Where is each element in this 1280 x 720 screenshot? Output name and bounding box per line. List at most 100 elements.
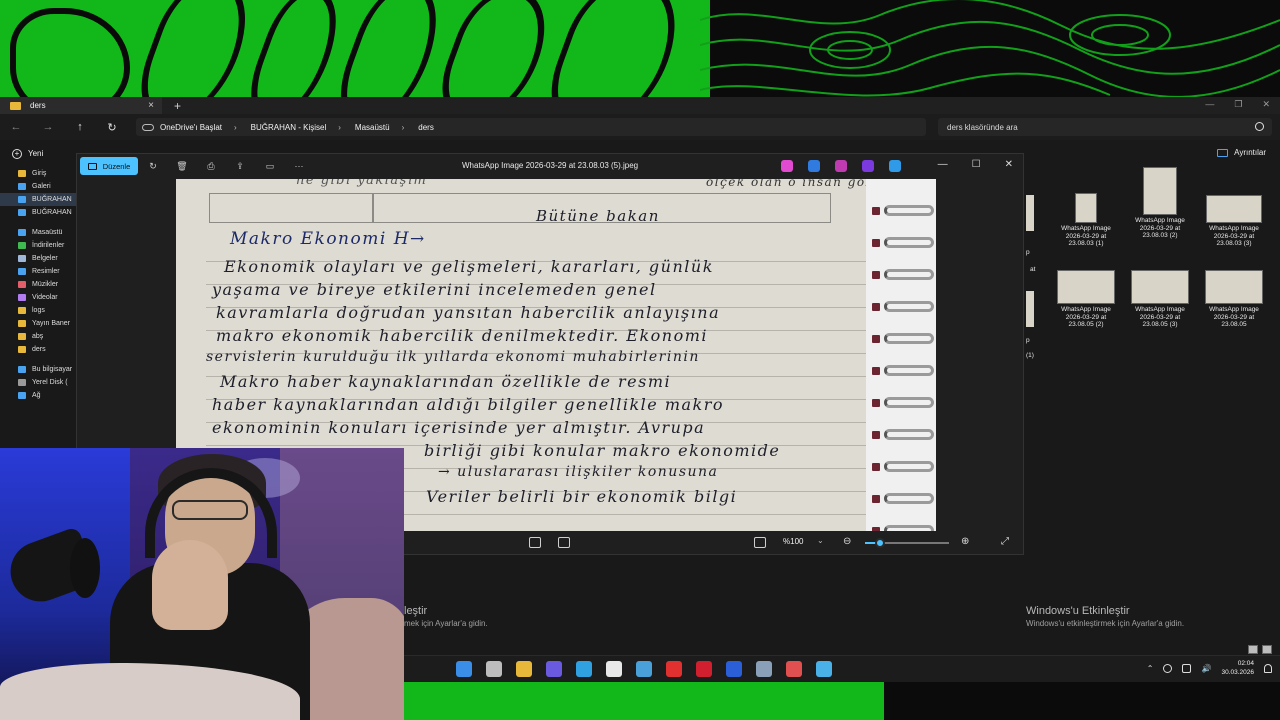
taskbar-app-icon[interactable] [606,661,622,677]
microphone-icon[interactable] [1163,663,1173,673]
minimize-icon[interactable]: — [938,159,948,170]
network-icon[interactable] [1182,663,1192,673]
app-shortcut-icon[interactable] [781,160,793,172]
maximize-icon[interactable]: ☐ [972,159,981,170]
taskbar-app-icon[interactable] [576,661,592,677]
maximize-icon[interactable]: ❐ [1234,99,1242,110]
taskbar-app-icon[interactable] [456,661,472,677]
app-shortcut-icon[interactable] [889,160,901,172]
taskbar-app-icon[interactable] [516,661,532,677]
spiral-hole [872,431,880,439]
sidebar-item[interactable]: BUĞRAHAN [0,206,76,219]
new-tab-button[interactable]: + [174,99,181,113]
taskbar-app-icon[interactable] [486,661,502,677]
sidebar-item[interactable]: Yayın Baner [0,317,76,330]
explorer-tab[interactable]: ders × [0,97,162,114]
taskbar-app-icon[interactable] [666,661,682,677]
breadcrumb-user[interactable]: BUĞRAHAN - Kişisel [251,123,327,132]
chevron-down-icon[interactable]: ⌄ [817,536,824,545]
spiral-ring [884,365,934,376]
zoom-slider-thumb[interactable] [875,538,886,548]
sidebar-item-icon [18,229,26,236]
breadcrumb-onedrive[interactable]: OneDrive'ı Başlat [160,123,222,132]
sidebar-item-label: Giriş [32,170,47,177]
taskbar-app-icon[interactable] [546,661,562,677]
sidebar-item[interactable]: Galeri [0,180,76,193]
sidebar-item[interactable]: Yerel Disk ( [0,376,76,389]
sidebar-item[interactable]: Giriş [0,167,76,180]
sidebar-item[interactable]: Videolar [0,291,76,304]
delete-icon[interactable]: 🗑 [176,160,188,172]
zoom-slider[interactable] [865,538,949,548]
file-item[interactable]: WhatsApp Image 2026-03-29 at 23.08.03 (3… [1202,187,1266,248]
refresh-icon[interactable]: ↻ [96,121,128,134]
clock[interactable]: 02:04 30.03.2026 [1221,659,1254,677]
search-input[interactable]: ders klasöründe ara [938,118,1272,136]
clock-time: 02:04 [1237,660,1254,667]
actual-size-icon[interactable] [754,537,766,548]
sidebar-item[interactable]: Belgeler [0,252,76,265]
sidebar-item[interactable]: logs [0,304,76,317]
breadcrumb-ders[interactable]: ders [418,123,434,132]
sidebar-item[interactable]: abş [0,330,76,343]
taskbar-app-icon[interactable] [786,661,802,677]
fit-screen-icon[interactable] [529,537,541,548]
file-item[interactable]: WhatsApp Image 2026-03-29 at 23.08.03 (2… [1128,167,1192,240]
edit-button[interactable]: Düzenle [80,157,138,175]
file-item[interactable]: WhatsApp Image 2026-03-29 at 23.08.03 (1… [1054,187,1118,248]
print-icon[interactable]: ⎙ [205,160,217,172]
zoom-level[interactable]: %100 [783,537,803,546]
forward-icon[interactable]: → [32,121,64,133]
sidebar-item[interactable]: Müzikler [0,278,76,291]
more-options-icon[interactable]: ··· [293,160,305,172]
sidebar-item[interactable]: BUĞRAHAN [0,193,76,206]
sidebar-item[interactable]: Ağ [0,389,76,402]
new-button[interactable]: + Yeni [12,148,43,159]
spiral-ring [884,397,934,408]
details-button[interactable]: Ayrıntılar [1217,148,1266,157]
breadcrumb[interactable]: OneDrive'ı Başlat › BUĞRAHAN - Kişisel ›… [136,118,926,136]
fullscreen-icon[interactable]: ⤢ [1001,536,1009,547]
taskbar-app-icon[interactable] [726,661,742,677]
back-icon[interactable]: ← [0,121,32,133]
app-shortcut-icon[interactable] [835,160,847,172]
note-heading: Makro Ekonomi H→ [230,229,426,249]
chevron-up-icon[interactable]: ⌃ [1147,664,1154,673]
view-toggle-icon[interactable] [1262,645,1272,654]
zoom-in-icon[interactable]: ⊕ [961,536,969,547]
file-item[interactable]: WhatsApp Image 2026-03-29 at 23.08.05 [1202,270,1266,329]
close-icon[interactable]: ✕ [1262,99,1270,110]
info-icon[interactable]: ▭ [264,160,276,172]
close-tab-icon[interactable]: × [148,100,154,111]
up-icon[interactable]: ↑ [64,121,96,133]
sidebar-item[interactable]: ders [0,343,76,356]
wallpaper-bottom-green [404,682,884,720]
file-label-partial: p [1026,337,1030,344]
spiral-ring [884,205,934,216]
notification-bell-icon[interactable] [1264,663,1272,673]
rotate-icon[interactable]: ↻ [147,160,159,172]
minimize-icon[interactable]: — [1205,99,1214,110]
file-item[interactable]: WhatsApp Image 2026-03-29 at 23.08.05 (2… [1054,270,1118,329]
taskbar-app-icon[interactable] [756,661,772,677]
sidebar-item[interactable]: Resimler [0,265,76,278]
close-icon[interactable]: ✕ [1005,159,1013,170]
spiral-ring [884,429,934,440]
breadcrumb-desktop[interactable]: Masaüstü [355,123,390,132]
taskbar-app-icon[interactable] [816,661,832,677]
filmstrip-icon[interactable] [558,537,570,548]
share-icon[interactable]: ⇪ [234,160,246,172]
file-item[interactable]: WhatsApp Image 2026-03-29 at 23.08.05 (3… [1128,270,1192,329]
view-toggle-icon[interactable] [1248,645,1258,654]
taskbar-app-icon[interactable] [636,661,652,677]
taskbar-app-icon[interactable] [696,661,712,677]
app-shortcut-icon[interactable] [862,160,874,172]
sidebar-item[interactable]: İndirilenler [0,239,76,252]
volume-icon[interactable]: 🔊 [1201,664,1211,673]
app-shortcut-icon[interactable] [808,160,820,172]
sidebar-item[interactable]: Bu bilgisayar [0,363,76,376]
sidebar-item-label: Ağ [32,392,41,399]
sidebar-item[interactable]: Masaüstü [0,226,76,239]
file-label-partial: (1) [1026,352,1034,359]
zoom-out-icon[interactable]: ⊖ [843,536,851,547]
